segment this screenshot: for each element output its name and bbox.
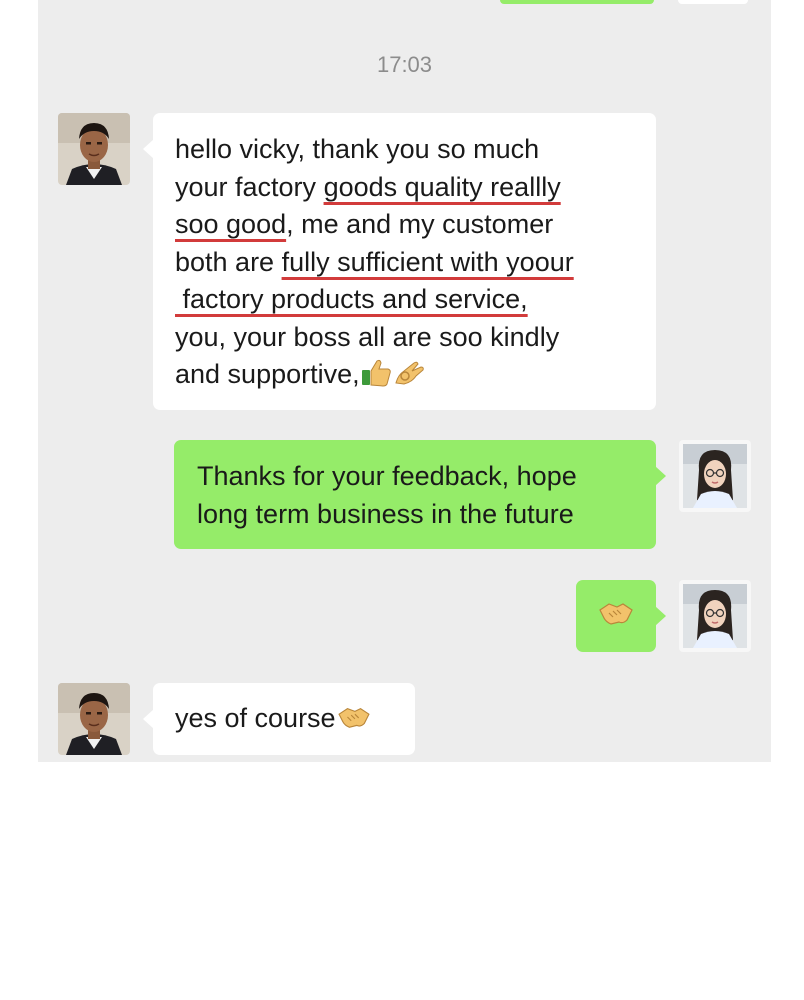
message-line: factory products and service, [175, 281, 656, 319]
contact-avatar[interactable] [58, 683, 130, 755]
message-line: your factory goods quality reallly [175, 169, 656, 207]
message-text: Thanks for your feedback, hope [197, 461, 577, 491]
underlined-text: factory products and service, [175, 284, 528, 314]
message-text: , me and my customer [286, 209, 554, 239]
my-avatar[interactable] [679, 580, 751, 652]
underlined-text: goods quality reallly [323, 171, 561, 202]
message-text: both are [175, 246, 282, 277]
ok-hand-icon [392, 357, 426, 398]
previous-avatar[interactable] [678, 0, 748, 4]
handshake-icon [597, 598, 635, 639]
message-text: yes of course [175, 703, 336, 733]
contact-message-bubble[interactable]: yes of course [143, 683, 415, 755]
message-line: and supportive, [175, 356, 656, 398]
message-line: yes of course [175, 700, 415, 742]
underlined-text: soo good [175, 209, 287, 239]
message-text: long term business in the future [197, 498, 574, 529]
thumbs-up-icon [360, 357, 392, 398]
previous-outgoing-bubble[interactable] [500, 0, 654, 4]
contact-avatar[interactable] [58, 113, 130, 185]
handshake-icon [336, 703, 372, 742]
message-text: you, your boss all are soo kindly [175, 321, 560, 352]
message-timestamp: 17:03 [376, 52, 433, 77]
contact-message-bubble[interactable]: hello vicky, thank you so much your fact… [143, 113, 656, 410]
message-line: both are fully sufficient with yoour [175, 244, 656, 282]
message-text: hello vicky, thank you so much [175, 134, 540, 164]
message-line: hello vicky, thank you so much [175, 131, 656, 169]
message-text: your factory [175, 171, 324, 202]
outgoing-emoji-bubble[interactable] [576, 580, 666, 652]
my-avatar[interactable] [679, 440, 751, 512]
message-text: and supportive, [175, 359, 360, 389]
chat-area: 17:03 hello vicky, thank you so much you… [38, 0, 771, 762]
message-line: soo good, me and my customer [175, 206, 656, 244]
message-line: you, your boss all are soo kindly [175, 319, 656, 357]
outgoing-message-bubble[interactable]: Thanks for your feedback, hope long term… [174, 440, 666, 549]
underlined-text: fully sufficient with yoour [281, 246, 574, 277]
